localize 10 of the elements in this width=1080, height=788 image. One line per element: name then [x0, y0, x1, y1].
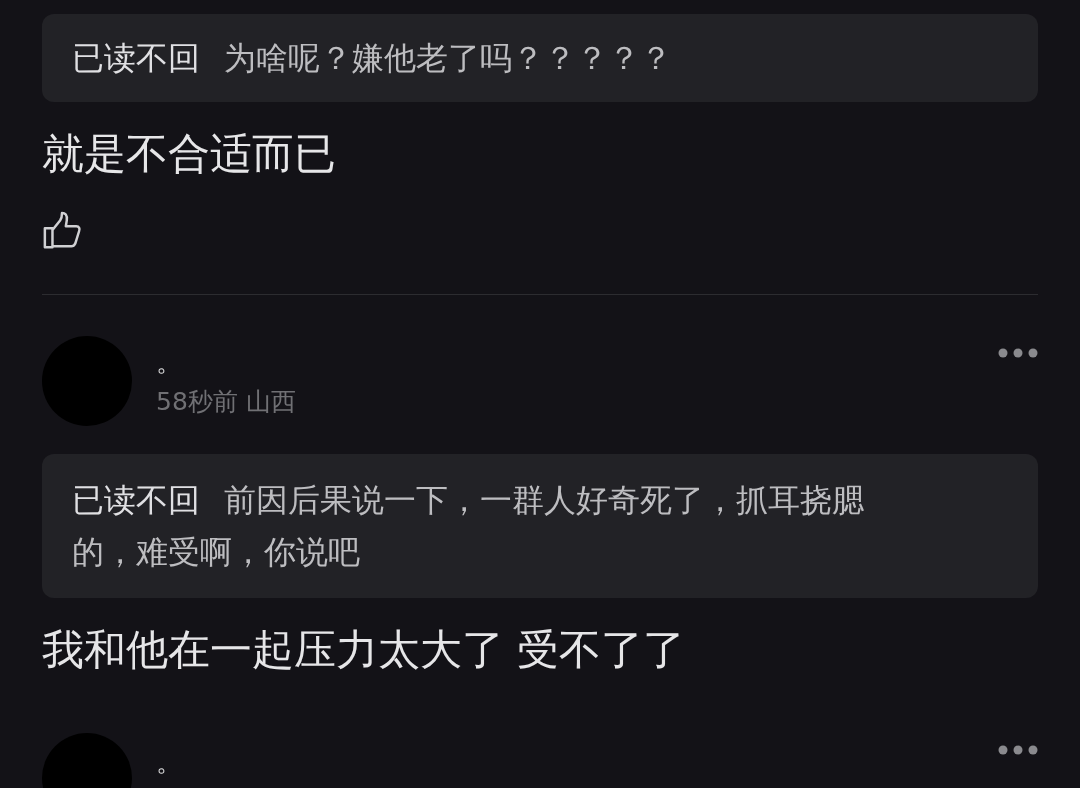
comment-text: 我和他在一起压力太大了 受不了了: [42, 625, 687, 675]
comment-text: 就是不合适而已: [42, 129, 337, 179]
quote-text: 已读不回 前因后果说一下，一群人好奇死了，抓耳挠腮的，难受啊，你说吧: [72, 480, 865, 573]
quote-text: 已读不回 为啥呢？嫌他老了吗？？？？？: [72, 38, 673, 79]
user-name: 。: [156, 345, 183, 379]
user-name: 。: [156, 747, 182, 777]
more-icon[interactable]: [998, 348, 1038, 358]
more-icon[interactable]: [998, 745, 1038, 755]
thumbs-up-icon[interactable]: [42, 211, 82, 251]
comment-meta: 58秒前 山西: [156, 385, 296, 418]
